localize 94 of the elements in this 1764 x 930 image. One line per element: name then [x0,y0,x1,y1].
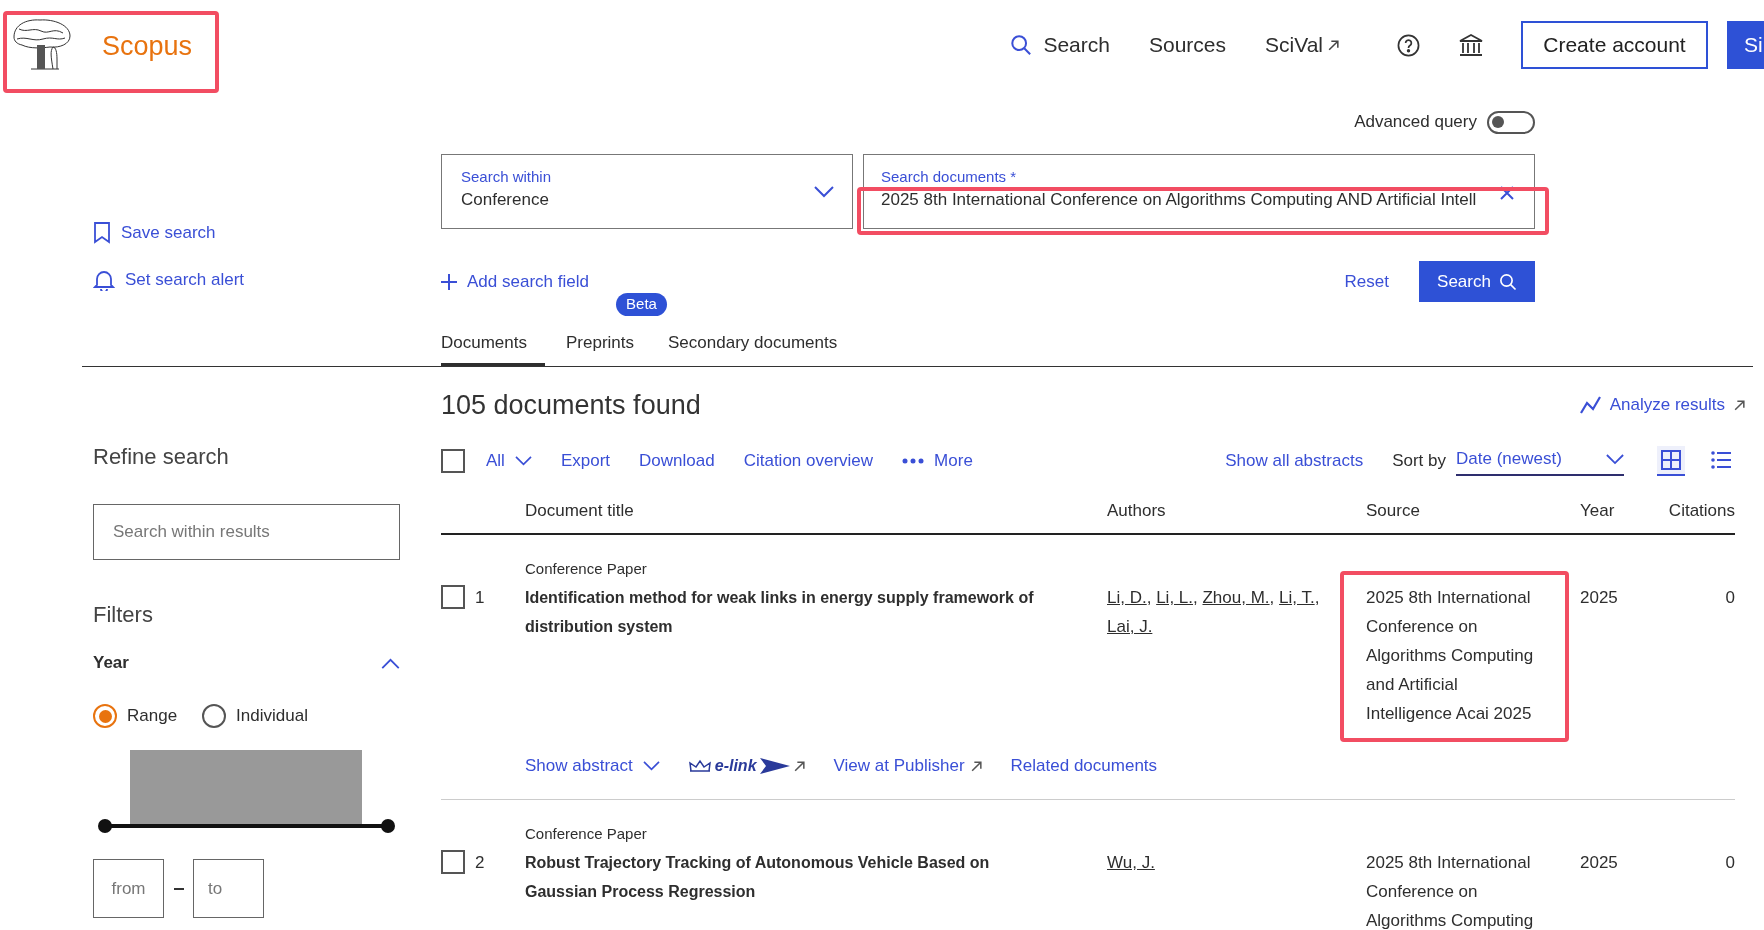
advanced-query-label: Advanced query [1354,111,1477,134]
author-link[interactable]: Li, D. [1107,588,1147,607]
search-within-dropdown[interactable]: Search within Conference [441,154,853,229]
radio-option[interactable]: Range [93,703,178,729]
external-link-icon [969,759,983,773]
clear-icon[interactable] [1500,186,1514,200]
toolbar-action[interactable]: Export [560,448,611,474]
chevron-up-icon[interactable] [381,657,400,669]
nav-link[interactable]: SciVal [1265,29,1340,61]
filters-heading: Filters [93,601,154,629]
radio-button[interactable] [93,704,117,728]
external-link-icon [1733,398,1746,412]
nav-search-link[interactable]: Search [1010,29,1110,61]
show-all-abstracts-link[interactable]: Show all abstracts [1225,448,1364,474]
document-title-link[interactable]: Identification method for weak links in energy supply framework of distribution system [525,583,1037,641]
author-separator: , [1269,588,1275,607]
advanced-query-toggle[interactable] [1487,110,1535,134]
external-link-icon [792,759,806,773]
analyze-results-link[interactable]: Analyze results [1579,392,1746,418]
chevron-down-icon [642,761,660,771]
citations-cell-text: 0 [1724,587,1735,609]
chevron-down-icon [814,186,834,198]
author-link[interactable]: Wu, J. [1107,853,1155,872]
author-link[interactable]: Li, L. [1156,588,1193,607]
set-alert-link[interactable]: Set search alert [93,266,441,294]
more-menu[interactable]: More [902,448,973,474]
results-tab[interactable]: Documents [441,329,545,366]
reset-link[interactable]: Reset [1344,268,1389,295]
chevron-down-icon [1606,453,1624,465]
results-count: 105 documents found [441,388,701,422]
row-checkbox[interactable] [441,850,465,874]
external-link-icon [1327,38,1340,52]
year-filter-label: Year [93,652,129,675]
column-header: Document title [525,499,635,522]
row-number: 2 [475,852,485,874]
bell-icon [93,269,115,291]
more-icon [902,458,925,464]
row-number: 1 [475,587,485,609]
bookmark-icon [93,222,111,244]
save-search-link[interactable]: Save search [93,219,441,247]
select-all-checkbox[interactable] [441,449,465,473]
radio-option[interactable]: Individual [202,703,308,729]
source-title: 2025 8th International Conference on Algorithms Computing [1366,852,1535,930]
source-title: 2025 8th International Conference on Algorithms Computing and Artificial Intelligence Acai 2025 [1366,587,1535,725]
refine-search-heading: Refine search [93,443,230,471]
year-cell-text: 2025 [1580,587,1619,609]
column-header: Year [1580,499,1616,522]
crown-icon [687,759,712,773]
year-cell-text: 2025 [1580,852,1619,874]
help-icon[interactable] [1397,33,1420,57]
author-link[interactable]: Zhou, M. [1202,588,1270,607]
column-header: Source [1366,499,1421,522]
sort-by-label: Sort by [1392,450,1446,473]
author-link[interactable]: Lai, J. [1107,617,1153,636]
column-header: Authors [1107,499,1167,522]
year-from-field[interactable]: from [93,859,164,918]
author-separator: , [1193,588,1198,607]
author-link[interactable]: Li, T. [1279,588,1315,607]
row-checkbox[interactable] [441,585,465,609]
document-title-link[interactable]: Robust Trajectory Tracking of Autonomous Vehicle Based on Gaussian Process Regression [525,848,1037,906]
sign-in-button[interactable]: Si [1727,21,1764,69]
search-icon [1010,34,1033,56]
year-to-field[interactable]: to [193,859,264,918]
results-tab[interactable]: Secondary documents [668,329,838,366]
related-documents-link[interactable]: Related documents [1010,753,1158,779]
search-button[interactable]: Search [1419,261,1535,302]
grid-view-icon[interactable] [1657,446,1685,476]
line-chart-icon [1579,395,1602,415]
document-type: Conference Paper [525,559,648,579]
radio-button[interactable] [202,704,227,728]
e-link-link[interactable]: e-link [687,754,806,778]
column-header: Citations [1667,499,1735,522]
search-within-results-field[interactable]: Search within results [93,504,400,560]
arrow-icon [759,758,790,774]
search-documents-field[interactable]: Search documents * 2025 8th International Conference on Algorithms Computing AND Artificial Intell [863,154,1535,229]
institution-icon[interactable] [1458,32,1484,58]
toolbar-action[interactable]: Citation overview [743,448,874,474]
author-separator: , [1314,588,1320,607]
chevron-down-icon [514,456,532,466]
results-tab[interactable]: Preprints [566,329,634,366]
view-at-publisher-link[interactable]: View at Publisher [833,753,983,779]
select-all-dropdown[interactable]: All [486,448,532,474]
citations-cell-text: 0 [1724,852,1735,874]
plus-icon [441,273,457,290]
sort-dropdown[interactable]: Date (newest) [1456,446,1624,476]
create-account-button[interactable]: Create account [1521,21,1708,69]
author-separator: , [1146,588,1152,607]
toolbar-action[interactable]: Download [639,448,715,474]
search-icon [1498,272,1517,291]
add-search-field-link[interactable]: Add search field [441,268,589,295]
beta-badge: Beta [616,292,667,316]
nav-link[interactable]: Sources [1149,29,1227,61]
show-abstract-toggle[interactable]: Show abstract [525,753,660,779]
document-type: Conference Paper [525,824,648,844]
